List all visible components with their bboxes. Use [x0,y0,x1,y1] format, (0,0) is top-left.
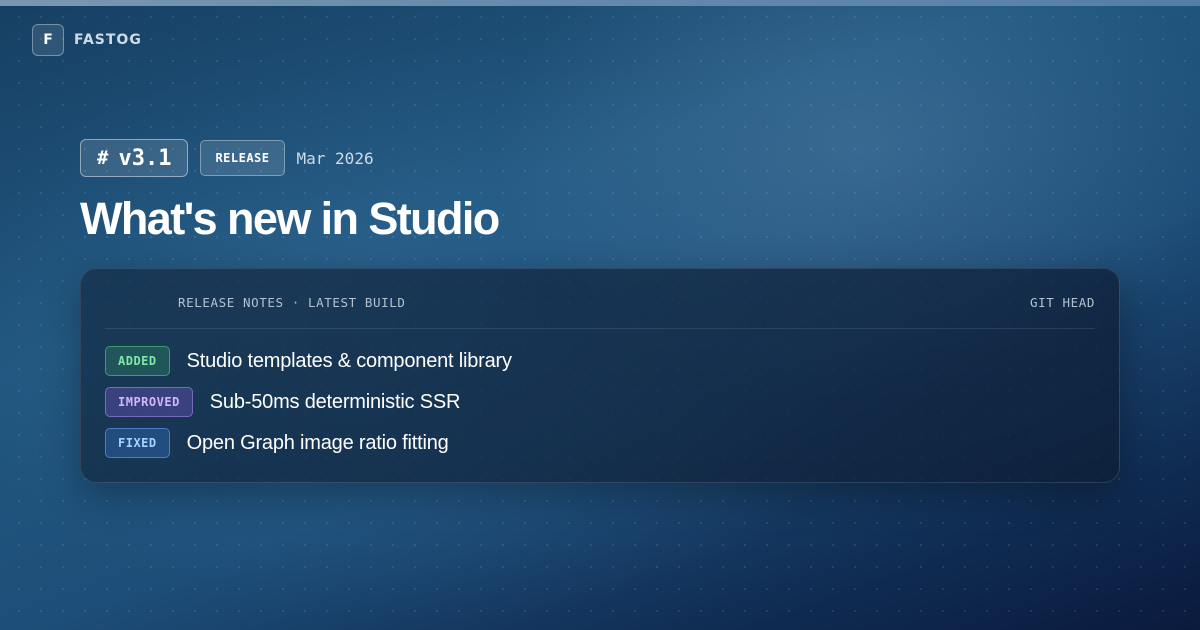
brand-name: FASTOG [74,32,142,48]
change-badge-fixed: FIXED [105,428,170,458]
page-title: What's new in Studio [80,193,500,244]
release-tag: RELEASE [200,140,285,176]
card-header: RELEASE NOTES · LATEST BUILD GIT HEAD [105,269,1095,329]
change-badge-improved: IMPROVED [105,387,193,417]
change-text: Open Graph image ratio fitting [186,431,449,454]
card-header-title: RELEASE NOTES · LATEST BUILD [178,295,406,310]
release-notes-card: RELEASE NOTES · LATEST BUILD GIT HEAD AD… [80,268,1120,483]
top-accent-bar [0,0,1200,6]
version-label: v3.1 [118,145,172,171]
hash-icon: # [97,147,109,169]
change-text: Studio templates & component library [186,349,512,372]
change-text: Sub-50ms deterministic SSR [209,390,461,413]
list-item: ADDED Studio templates & component libra… [105,346,512,376]
brand: F FASTOG [32,24,142,56]
version-pill: # v3.1 [80,139,189,177]
release-date: Mar 2026 [296,148,374,168]
list-item: IMPROVED Sub-50ms deterministic SSR [105,387,512,417]
brand-logo: F [32,24,64,56]
change-list: ADDED Studio templates & component libra… [105,346,512,458]
release-meta: # v3.1 RELEASE Mar 2026 [80,139,374,177]
change-badge-added: ADDED [105,346,170,376]
card-header-ref: GIT HEAD [1029,295,1095,310]
list-item: FIXED Open Graph image ratio fitting [105,428,512,458]
